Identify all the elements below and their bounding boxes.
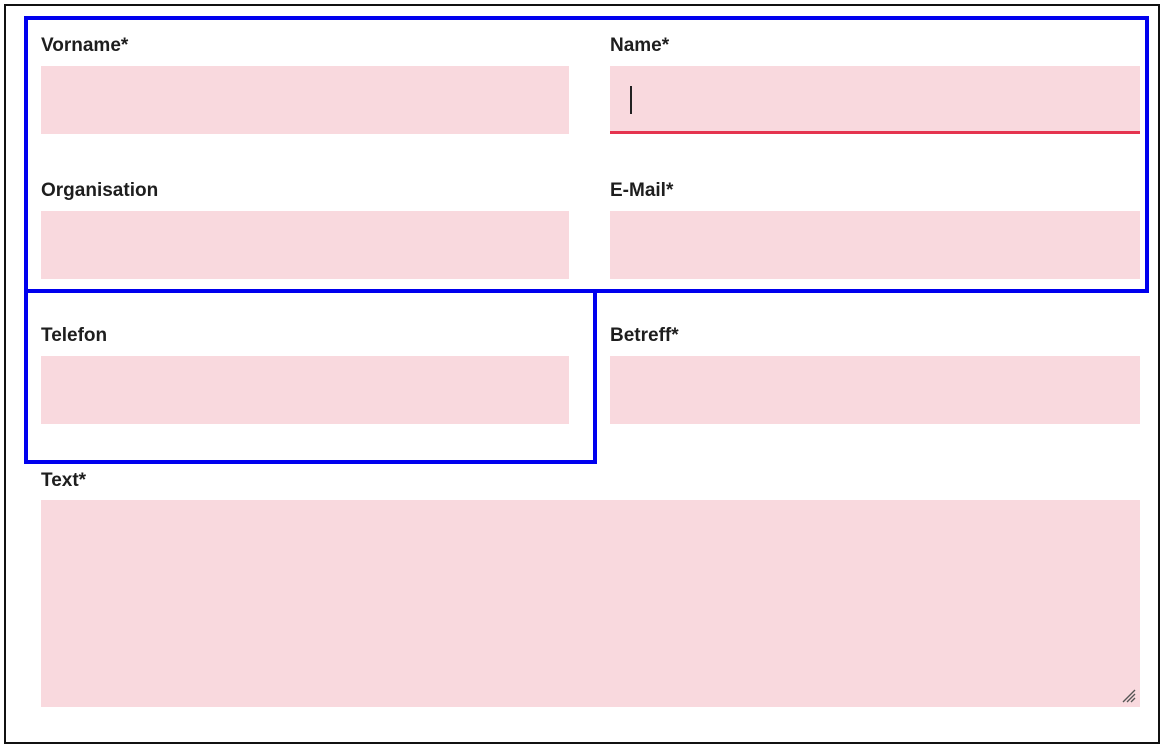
organisation-input[interactable] [41,211,569,279]
name-label: Name* [610,35,670,56]
organisation-label: Organisation [41,180,159,201]
telefon-label: Telefon [41,325,108,346]
email-label: E-Mail* [610,180,674,201]
telefon-input[interactable] [41,356,569,424]
betreff-input[interactable] [610,356,1140,424]
text-area[interactable] [41,500,1140,707]
vorname-label: Vorname* [41,35,129,56]
text-label: Text* [41,470,87,491]
text-caret [630,86,632,114]
resize-grip-icon[interactable] [1120,687,1136,703]
vorname-input[interactable] [41,66,569,134]
name-input[interactable] [610,66,1140,134]
betreff-label: Betreff* [610,325,679,346]
email-input[interactable] [610,211,1140,279]
